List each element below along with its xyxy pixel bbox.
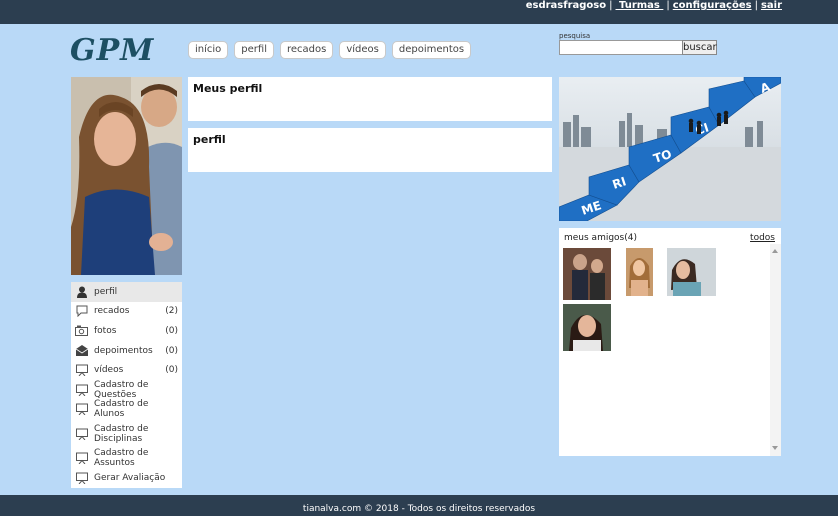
sidebar-item-label: recados — [94, 306, 130, 317]
tab-perfil[interactable]: perfil — [234, 41, 274, 59]
site-logo[interactable]: GPM — [70, 33, 154, 68]
meritocracia-banner: ME RI TO CI A — [559, 77, 781, 221]
turmas-link[interactable]: Turmas — [616, 0, 664, 11]
sidebar-item-gerar-avaliacao[interactable]: Gerar Avaliação — [71, 468, 182, 488]
camera-icon — [75, 325, 88, 337]
sidebar-item-label: Cadastro de Disciplinas — [94, 423, 149, 444]
friends-scrollbar[interactable] — [770, 244, 781, 456]
friend-photo[interactable] — [563, 304, 611, 351]
sidebar-item-recados[interactable]: recados (2) — [71, 302, 182, 322]
sidebar-item-label: Gerar Avaliação — [94, 472, 166, 483]
profile-photo-image — [71, 77, 182, 275]
friends-box: meus amigos(4) todos — [559, 228, 781, 456]
board-icon — [75, 472, 88, 484]
board-icon — [75, 384, 88, 396]
sidebar-item-label: vídeos — [94, 365, 124, 376]
panel-title: Meus perfil — [193, 82, 263, 95]
sidebar-item-depoimentos[interactable]: depoimentos (0) — [71, 341, 182, 361]
panel-title: perfil — [193, 133, 226, 146]
main-nav: início perfil recados vídeos depoimentos — [188, 41, 472, 59]
profile-photo — [71, 77, 182, 275]
banner-image: ME RI TO CI A — [559, 77, 781, 221]
sidebar-item-count: (2) — [165, 306, 178, 317]
top-bar: esdrasfragoso | Turmas | configurações | sai… — [0, 0, 838, 24]
search-button[interactable]: buscar — [682, 40, 717, 55]
search-input[interactable] — [559, 40, 683, 55]
video-screen-icon — [75, 364, 88, 377]
sidebar-item-count: (0) — [165, 365, 178, 376]
sidebar-item-label: Cadastro de Alunos — [94, 399, 149, 420]
sidebar-item-cadastro-alunos[interactable]: Cadastro de Alunos — [71, 399, 182, 420]
sidebar-item-cadastro-questoes[interactable]: Cadastro de Questões — [71, 380, 182, 400]
username: esdrasfragoso — [525, 0, 607, 11]
search-label: pesquisa — [559, 32, 591, 40]
sidebar-item-label: depoimentos — [94, 345, 153, 356]
friend-photo[interactable] — [667, 248, 716, 296]
sidebar-item-label: perfil — [94, 286, 118, 297]
speech-bubble-icon — [75, 305, 88, 318]
sidebar-item-label: fotos — [94, 325, 117, 336]
envelope-icon — [75, 345, 88, 357]
meus-perfil-panel: Meus perfil — [188, 77, 552, 121]
tab-depoimentos[interactable]: depoimentos — [391, 41, 472, 59]
tab-videos[interactable]: vídeos — [339, 41, 386, 59]
tab-inicio[interactable]: início — [188, 41, 229, 59]
board-icon — [75, 452, 88, 464]
board-icon — [75, 428, 88, 440]
friend-photo[interactable] — [563, 248, 611, 300]
sidebar-item-label: Cadastro de Questões — [94, 379, 149, 400]
perfil-panel: perfil — [188, 128, 552, 172]
tab-recados[interactable]: recados — [280, 41, 334, 59]
sidebar-item-label: Cadastro de Assuntos — [94, 447, 149, 468]
user-links: esdrasfragoso | Turmas | configurações | sai… — [526, 0, 782, 11]
separator: | — [609, 0, 613, 11]
sidebar-menu: perfil recados (2) fotos (0) depoimentos… — [71, 282, 182, 488]
sidebar-item-cadastro-disciplinas[interactable]: Cadastro de Disciplinas — [71, 419, 182, 448]
scroll-down-icon[interactable] — [772, 446, 778, 450]
all-friends-link[interactable]: todos — [750, 233, 775, 243]
sidebar-item-videos[interactable]: vídeos (0) — [71, 360, 182, 380]
person-icon — [75, 286, 88, 298]
board-icon — [75, 403, 88, 416]
separator: | — [666, 0, 670, 11]
sidebar-item-perfil[interactable]: perfil — [71, 282, 182, 302]
sidebar-item-count: (0) — [165, 325, 178, 336]
scroll-up-icon[interactable] — [772, 249, 778, 253]
sidebar-item-cadastro-assuntos[interactable]: Cadastro de Assuntos — [71, 448, 182, 468]
footer: tianalva.com © 2018 - Todos os direitos … — [0, 495, 838, 516]
sidebar-item-fotos[interactable]: fotos (0) — [71, 321, 182, 341]
configuracoes-link[interactable]: configurações — [673, 0, 752, 11]
friends-title: meus amigos(4) — [564, 233, 637, 243]
separator: | — [754, 0, 758, 11]
sidebar-item-count: (0) — [165, 345, 178, 356]
friend-photo[interactable] — [626, 248, 653, 296]
sair-link[interactable]: sair — [761, 0, 782, 11]
